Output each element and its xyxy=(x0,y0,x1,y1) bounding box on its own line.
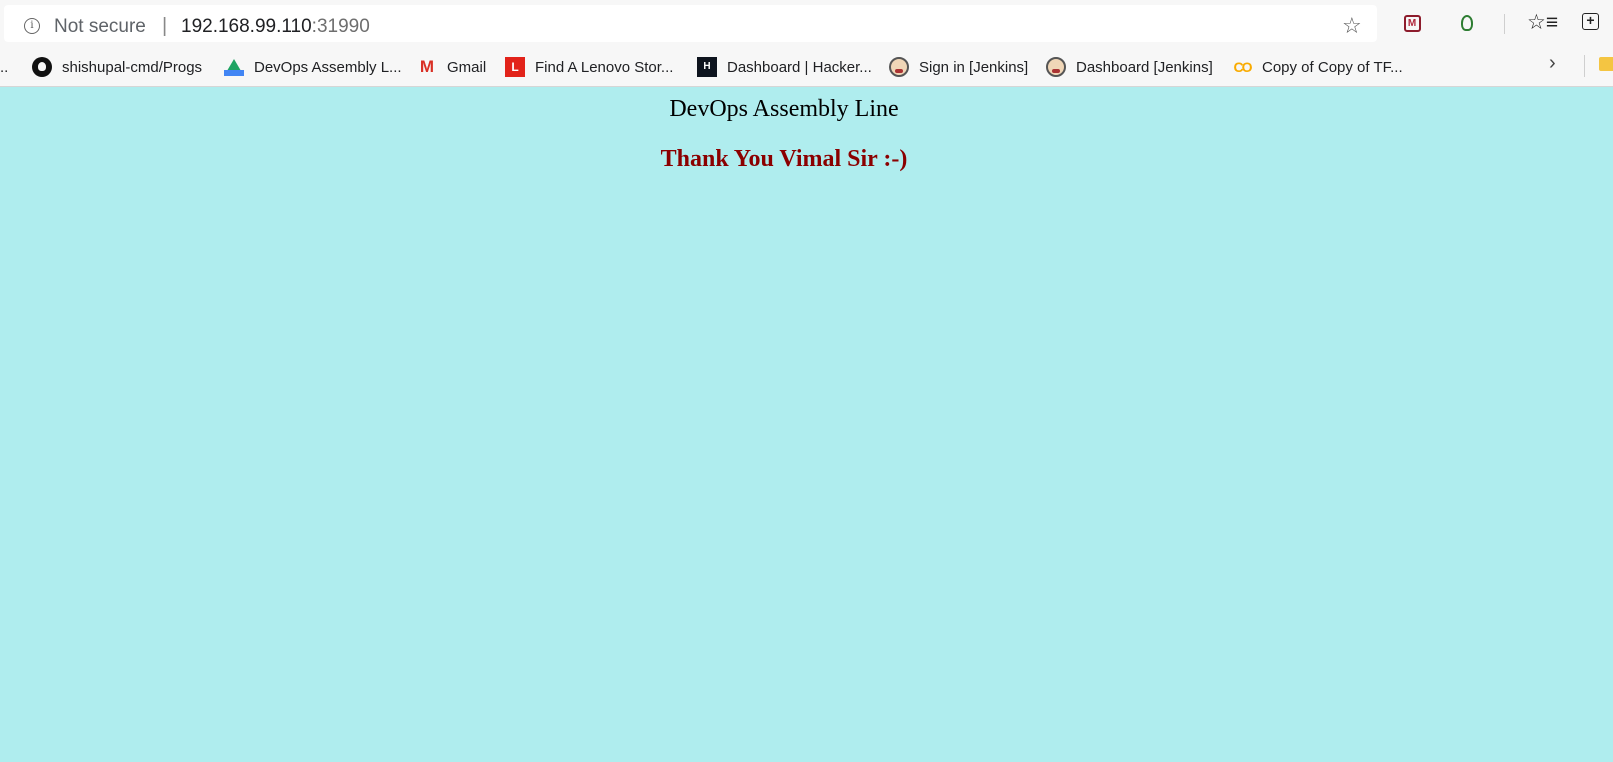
google-drive-icon xyxy=(224,58,244,76)
page-heading: DevOps Assembly Line xyxy=(669,96,899,122)
bookmark-jenkins-dashboard[interactable]: Dashboard [Jenkins] xyxy=(1046,55,1213,79)
bookmark-label: Gmail xyxy=(447,58,487,76)
hackerrank-icon: H xyxy=(697,57,717,77)
bookmark-label: Sign in [Jenkins] xyxy=(919,58,1029,76)
browser-chrome: i Not secure | 192.168.99.110:31990 ☆ M … xyxy=(0,0,1613,87)
bookmark-github-progs[interactable]: shishupal-cmd/Progs xyxy=(32,55,202,79)
green-extension-button[interactable] xyxy=(1456,12,1478,34)
star-icon[interactable]: ☆ xyxy=(1342,15,1362,37)
bookmark-label: Dashboard | Hacker... xyxy=(727,58,872,76)
bookmarks-bar: .. shishupal-cmd/Progs DevOps Assembly L… xyxy=(0,48,1613,86)
bookmark-colab[interactable]: CO Copy of Copy of TF... xyxy=(1232,55,1403,79)
bookmark-label: Dashboard [Jenkins] xyxy=(1076,58,1213,76)
bookmark-label: Copy of Copy of TF... xyxy=(1262,58,1403,76)
jenkins-icon xyxy=(1046,57,1066,77)
bookmark-lenovo[interactable]: L Find A Lenovo Stor... xyxy=(505,55,673,79)
bookmark-label: DevOps Assembly L... xyxy=(254,58,402,76)
mcafee-extension-button[interactable]: M xyxy=(1401,12,1423,34)
favorites-icon[interactable]: ☆≡ xyxy=(1527,10,1558,35)
colab-icon: CO xyxy=(1233,59,1253,75)
browser-toolbar: i Not secure | 192.168.99.110:31990 ☆ M … xyxy=(0,0,1613,46)
lenovo-icon: L xyxy=(505,57,525,77)
bookmark-label: Find A Lenovo Stor... xyxy=(535,58,674,76)
thank-you-message: Thank You Vimal Sir :-) xyxy=(660,146,908,172)
bookmark-gmail[interactable]: M Gmail xyxy=(417,55,486,79)
gmail-icon: M xyxy=(419,57,435,76)
address-bar[interactable]: i Not secure | 192.168.99.110:31990 ☆ xyxy=(4,5,1377,42)
mcafee-icon: M xyxy=(1403,14,1421,32)
bookmarks-divider xyxy=(1584,55,1585,77)
info-icon[interactable]: i xyxy=(24,18,40,34)
collections-icon[interactable]: + xyxy=(1582,13,1599,30)
url-port: :31990 xyxy=(311,16,370,37)
toolbar-divider xyxy=(1504,14,1505,34)
url-text[interactable]: 192.168.99.110:31990 xyxy=(181,16,370,38)
jenkins-icon xyxy=(889,57,909,77)
folder-icon[interactable] xyxy=(1599,57,1613,71)
extension-icon xyxy=(1461,15,1473,31)
bookmark-devops-assembly[interactable]: DevOps Assembly L... xyxy=(224,55,402,79)
url-host: 192.168.99.110 xyxy=(181,16,312,37)
bookmarks-overflow-chevron-icon[interactable]: › xyxy=(1549,52,1556,75)
bookmark-label: shishupal-cmd/Progs xyxy=(62,58,203,76)
bookmark-jenkins-signin[interactable]: Sign in [Jenkins] xyxy=(889,55,1028,79)
address-separator: | xyxy=(162,15,168,37)
github-icon xyxy=(32,57,52,77)
bookmark-hackerrank[interactable]: H Dashboard | Hacker... xyxy=(697,55,872,79)
security-status-label[interactable]: Not secure xyxy=(54,16,146,38)
bookmark-overflow-left[interactable]: .. xyxy=(0,55,8,79)
